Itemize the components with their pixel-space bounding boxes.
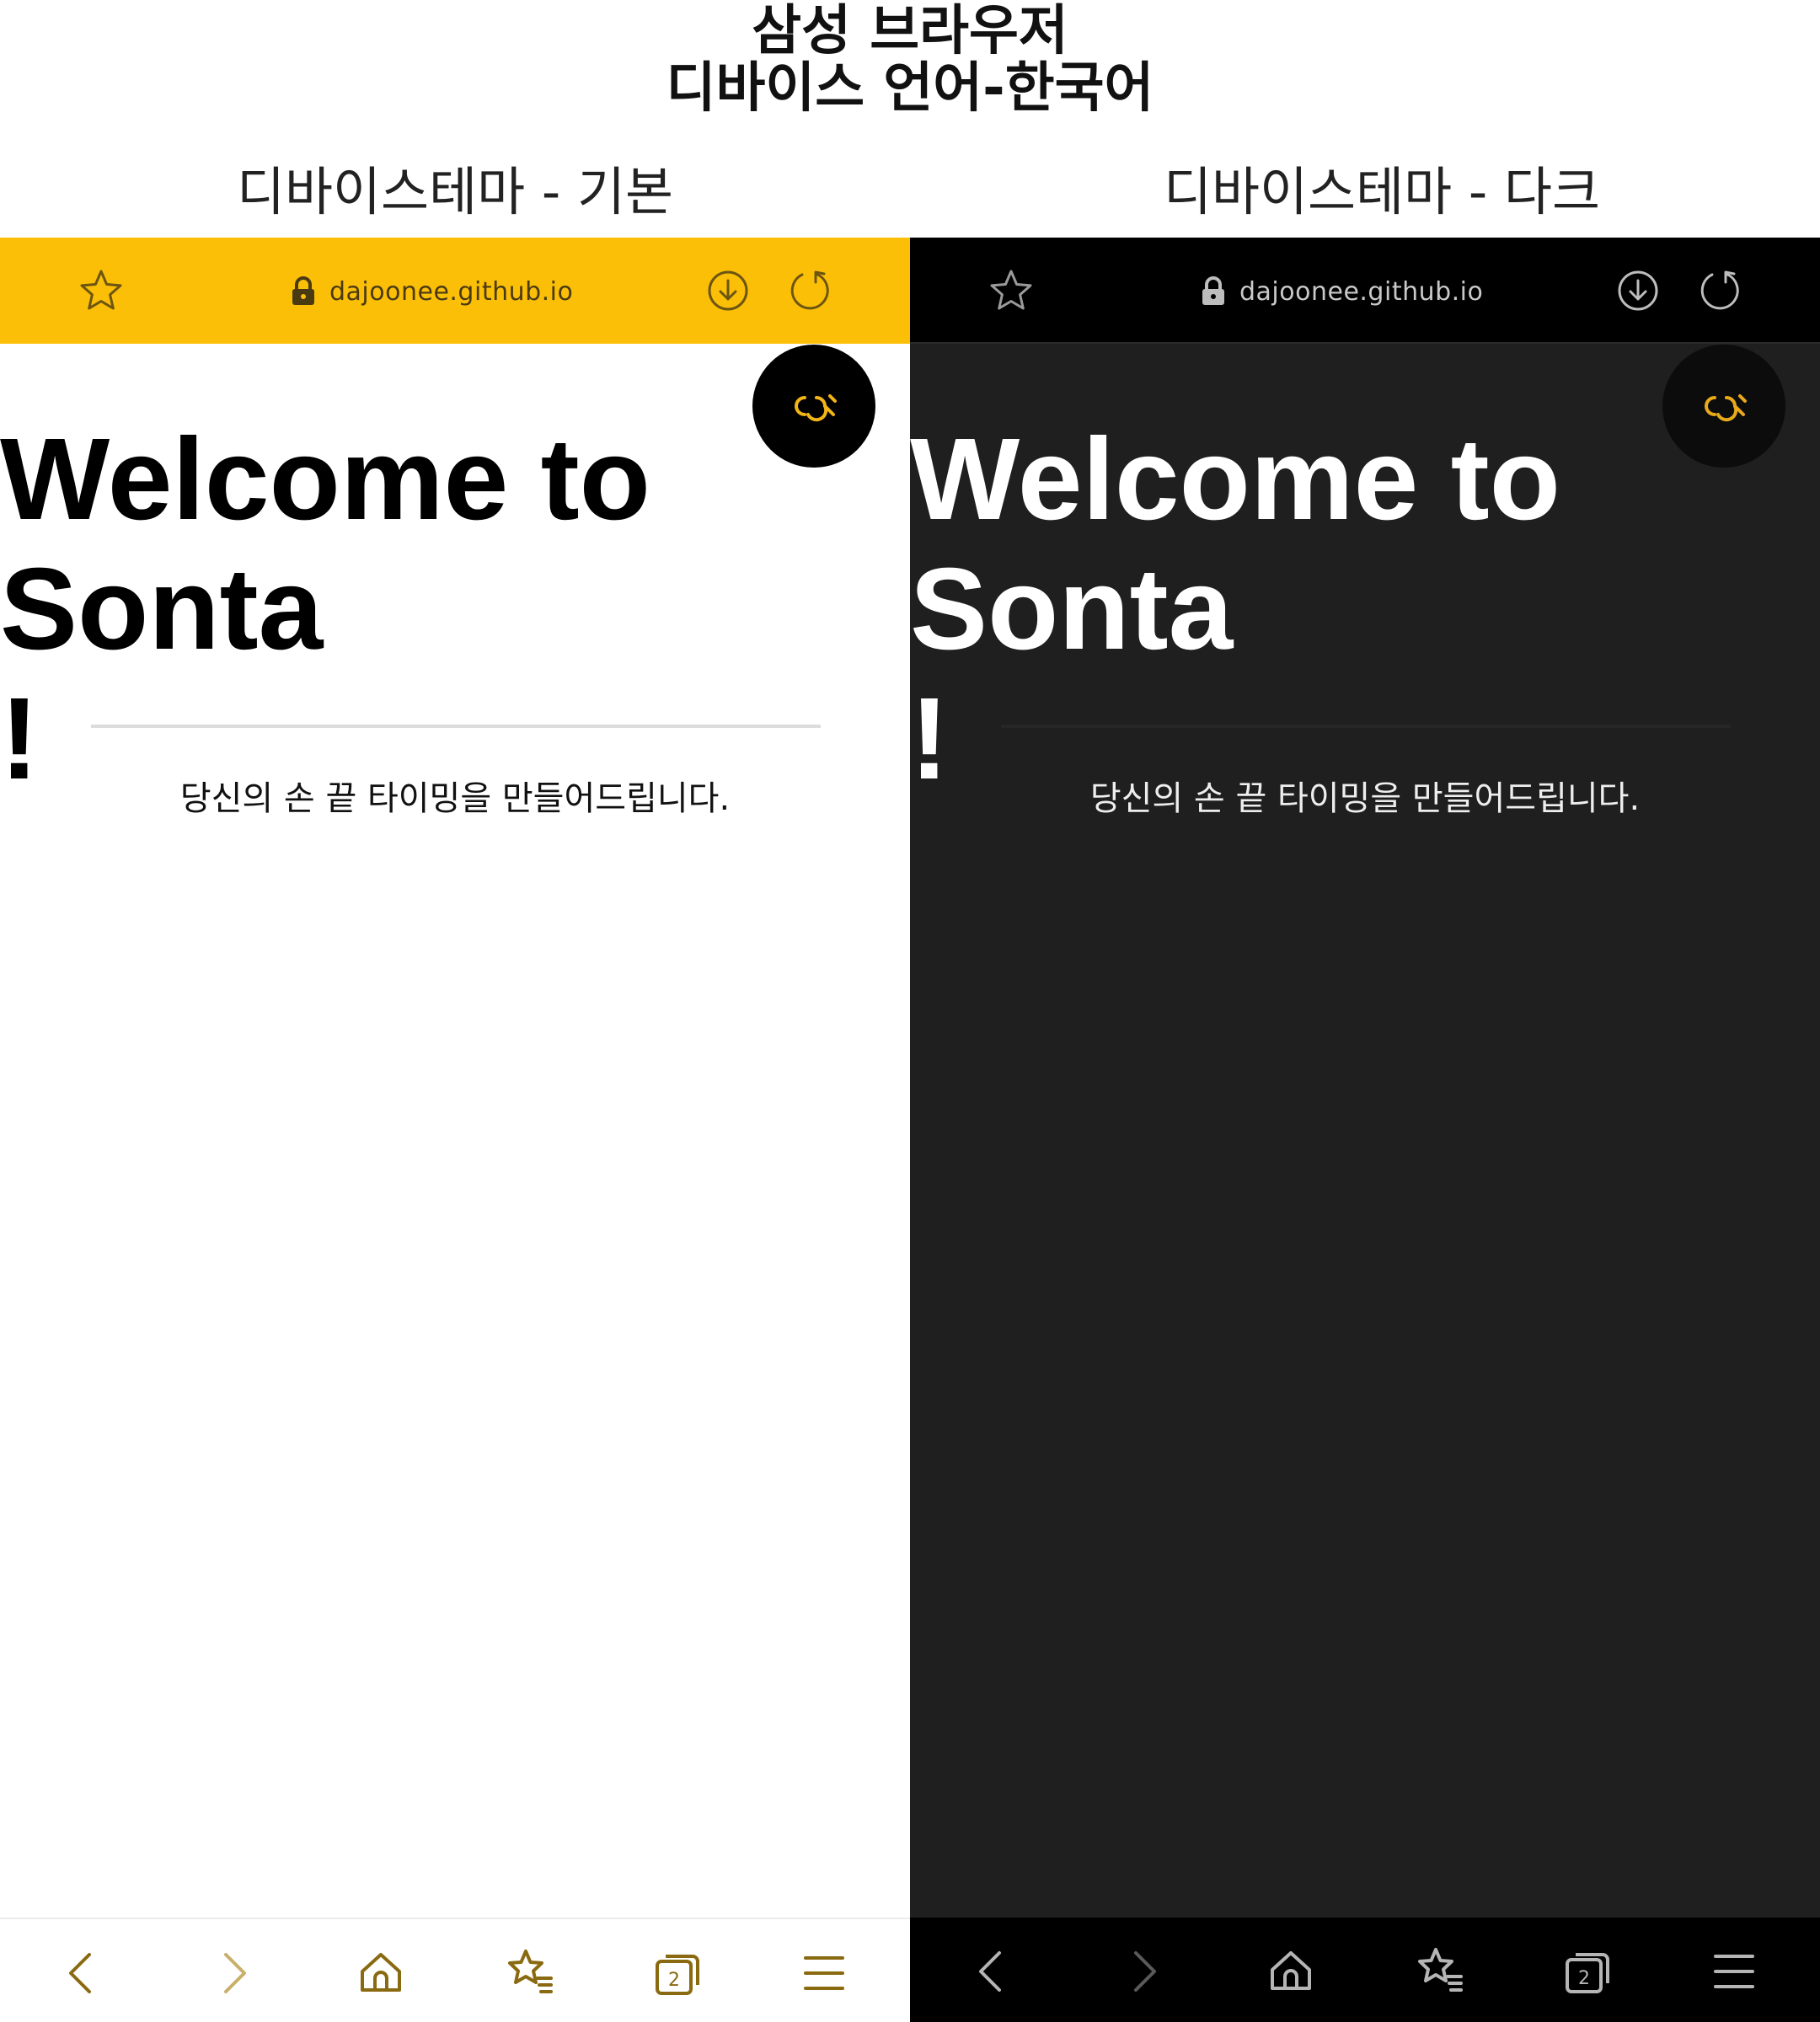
address-bar[interactable]: dajoonee.github.io (1201, 271, 1483, 312)
divider (1001, 725, 1731, 728)
sonta-logo[interactable] (752, 345, 875, 468)
tabs-icon[interactable]: 2 (650, 1946, 704, 2000)
page-tagline: 당신의 손 끝 타이밍을 만들어드립니다. (179, 779, 731, 818)
star-icon[interactable] (78, 267, 125, 314)
tab-count: 2 (1578, 1968, 1590, 1989)
address-bar[interactable]: dajoonee.github.io (291, 271, 573, 312)
home-icon[interactable] (354, 1946, 408, 2000)
chevron-right-icon[interactable] (1116, 1944, 1170, 1998)
caption-title-line1: 삼성 브라우저 (752, 0, 1068, 62)
bookmarks-icon[interactable] (1412, 1944, 1466, 1998)
top-toolbar: dajoonee.github.io (910, 238, 1820, 344)
caption-dark-theme: 디바이스테마 - 다크 (1163, 161, 1601, 222)
page-heading: Welcome to Sonta ! (910, 415, 1560, 804)
url-text: dajoonee.github.io (329, 276, 574, 307)
download-icon[interactable] (704, 267, 752, 314)
lock-icon (1202, 276, 1224, 305)
sonta-logo[interactable] (1662, 345, 1785, 468)
divider (91, 725, 821, 728)
chevron-right-icon[interactable] (206, 1946, 260, 2000)
lock-icon (292, 276, 314, 305)
bottom-navigation-bar: 2 (0, 1918, 910, 2022)
download-icon[interactable] (1614, 267, 1662, 314)
menu-icon[interactable] (797, 1946, 851, 2000)
top-toolbar: dajoonee.github.io (0, 238, 910, 344)
tab-count: 2 (668, 1970, 680, 1991)
star-icon[interactable] (988, 267, 1035, 314)
light-theme-screenshot: dajoonee.github.io Welcome to Sonta ! 당신… (0, 238, 910, 2022)
page-tagline: 당신의 손 끝 타이밍을 만들어드립니다. (1089, 779, 1641, 818)
caption-light-theme: 디바이스테마 - 기본 (236, 161, 674, 222)
dark-theme-screenshot: dajoonee.github.io Welcome to Sonta ! 당신… (910, 238, 1820, 2022)
bottom-navigation-bar: 2 (910, 1918, 1820, 2022)
reload-icon[interactable] (1695, 267, 1742, 314)
chevron-left-icon[interactable] (966, 1944, 1020, 1998)
menu-icon[interactable] (1707, 1944, 1761, 1998)
bookmarks-icon[interactable] (502, 1946, 556, 2000)
tabs-icon[interactable]: 2 (1560, 1944, 1614, 1998)
caption-title-line2: 디바이스 언어-한국어 (666, 57, 1154, 120)
url-text: dajoonee.github.io (1239, 276, 1484, 307)
chevron-left-icon[interactable] (56, 1946, 110, 2000)
home-icon[interactable] (1264, 1944, 1318, 1998)
reload-icon[interactable] (785, 267, 832, 314)
page-heading: Welcome to Sonta ! (0, 415, 650, 804)
